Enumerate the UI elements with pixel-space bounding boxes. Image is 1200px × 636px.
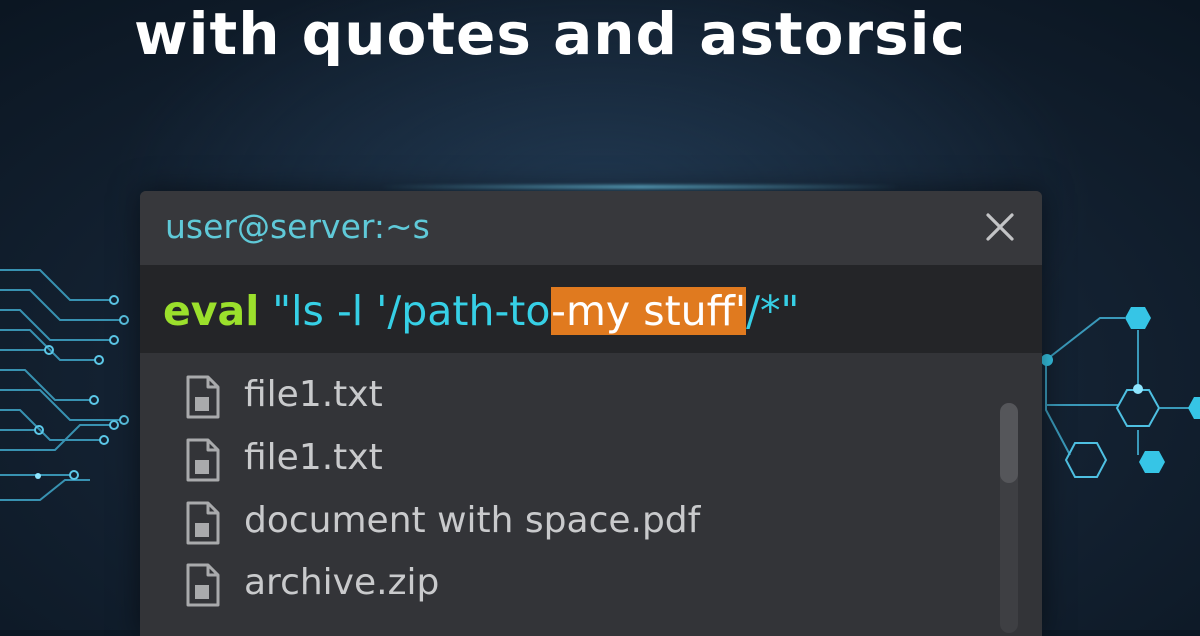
- scrollbar-thumb[interactable]: [1000, 403, 1018, 483]
- command-line[interactable]: eval "ls -l '/path-to-my stuff'/*": [163, 285, 799, 337]
- file-icon: [186, 375, 220, 419]
- close-button[interactable]: [982, 209, 1018, 245]
- file-name: archive.zip: [244, 562, 440, 603]
- circuit-decoration-left: [0, 269, 129, 501]
- file-name: file1.txt: [244, 374, 383, 415]
- file-icon: [186, 563, 220, 607]
- command-text-before: "ls -l '/path-to: [259, 287, 552, 335]
- command-bar[interactable]: eval "ls -l '/path-to-my stuff'/*": [140, 265, 1042, 353]
- file-name: file1.txt: [244, 437, 383, 478]
- file-icon: [186, 438, 220, 482]
- terminal-title: user@server:~s: [165, 207, 430, 246]
- glow-line: [380, 185, 900, 189]
- close-icon: [986, 213, 1014, 241]
- file-icon: [186, 501, 220, 545]
- command-highlight: -my stuff': [551, 287, 747, 335]
- command-keyword: eval: [163, 287, 260, 335]
- file-name: document with space.pdf: [244, 500, 701, 541]
- command-text-after: /*": [746, 287, 800, 335]
- scrollbar[interactable]: [1000, 403, 1018, 633]
- terminal-titlebar: user@server:~s: [140, 191, 1042, 265]
- headline: with quotes and astorsic: [134, 0, 966, 68]
- terminal-window: user@server:~s eval "ls -l '/path-to-my …: [140, 191, 1042, 636]
